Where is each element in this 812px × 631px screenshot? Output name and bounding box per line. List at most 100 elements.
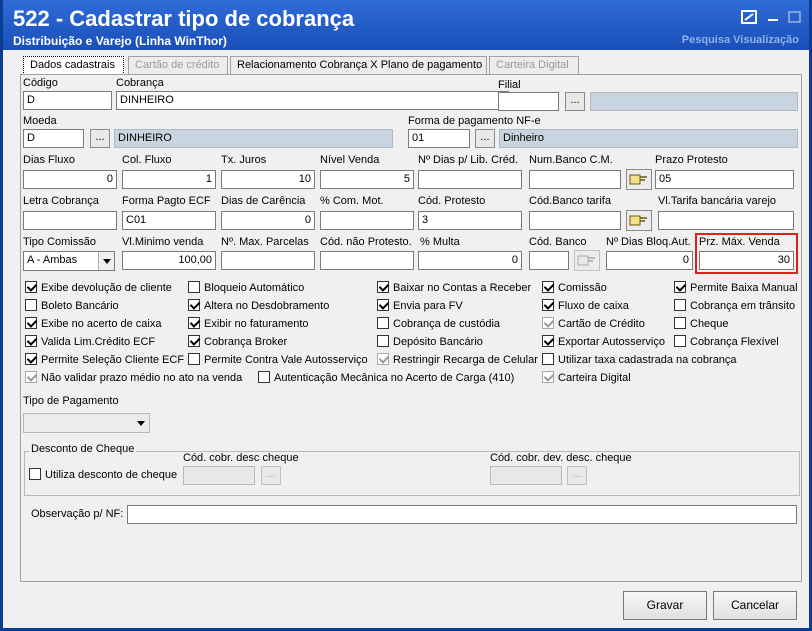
checkbox-box[interactable] (25, 317, 37, 329)
chk-carteira-digital[interactable]: Carteira Digital (542, 371, 631, 386)
chk-boleto-bancario[interactable]: Boleto Bancário (25, 299, 119, 314)
chk-valida-lim-credito[interactable]: Valida Lim.Crédito ECF (25, 335, 155, 350)
chk-restringir-recarga[interactable]: Restringir Recarga de Celular (377, 353, 538, 368)
checkbox-box[interactable] (674, 317, 686, 329)
minimize-icon[interactable] (765, 10, 781, 24)
chk-permite-selecao-cliente[interactable]: Permite Seleção Cliente ECF (25, 353, 184, 368)
codigo-input[interactable]: D (23, 91, 112, 110)
checkbox-box[interactable] (258, 371, 270, 383)
tab-cartao-credito[interactable]: Cartão de crédito (128, 56, 228, 74)
vl-tarifa-input[interactable] (658, 211, 794, 230)
forma-nfe-input[interactable]: 01 (408, 129, 470, 148)
checkbox-box[interactable] (188, 353, 200, 365)
chk-autenticacao-mecanica[interactable]: Autenticação Mecânica no Acerto de Carga… (258, 371, 514, 386)
dias-fluxo-input[interactable]: 0 (23, 170, 117, 189)
chk-altera-desdobramento[interactable]: Altera no Desdobramento (188, 299, 329, 314)
prazo-protesto-input[interactable]: 05 (655, 170, 794, 189)
forma-nfe-search-button[interactable]: ... (475, 129, 495, 148)
checkbox-box[interactable] (188, 335, 200, 347)
restore-icon[interactable] (741, 10, 757, 24)
chk-utilizar-taxa[interactable]: Utilizar taxa cadastrada na cobrança (542, 353, 737, 368)
observacao-input[interactable] (127, 505, 797, 524)
tx-juros-input[interactable]: 10 (221, 170, 315, 189)
chk-baixar-contas-receber[interactable]: Baixar no Contas a Receber (377, 281, 531, 296)
checkbox-box[interactable] (542, 281, 554, 293)
chk-exibir-faturamento[interactable]: Exibir no faturamento (188, 317, 309, 332)
checkbox-box[interactable] (25, 299, 37, 311)
chk-exportar-autosservico[interactable]: Exportar Autosserviço (542, 335, 665, 350)
cod-nao-protesto-input[interactable] (320, 251, 414, 270)
chk-nao-validar-prazo[interactable]: Não validar prazo médio no ato na venda (25, 371, 242, 386)
cod-cobr-dev-input[interactable] (490, 466, 562, 485)
chk-utiliza-desconto-cheque[interactable]: Utiliza desconto de cheque (29, 468, 177, 483)
checkbox-box[interactable] (542, 317, 554, 329)
moeda-input[interactable]: D (23, 129, 84, 148)
num-banco-lookup-button[interactable] (626, 169, 652, 190)
checkbox-box[interactable] (188, 299, 200, 311)
tipo-pagamento-select[interactable] (23, 413, 150, 433)
checkbox-box[interactable] (542, 353, 554, 365)
checkbox-box[interactable] (377, 281, 389, 293)
cod-banco-input[interactable] (529, 251, 569, 270)
chk-permite-contra-vale[interactable]: Permite Contra Vale Autosserviço (188, 353, 368, 368)
moeda-search-button[interactable]: ... (90, 129, 110, 148)
chk-permite-baixa-manual[interactable]: Permite Baixa Manual (674, 281, 798, 296)
tab-relacionamento[interactable]: Relacionamento Cobrança X Plano de pagam… (230, 56, 487, 74)
chk-exibe-devolucao[interactable]: Exibe devolução de cliente (25, 281, 172, 296)
chk-fluxo-caixa[interactable]: Fluxo de caixa (542, 299, 629, 314)
checkbox-box[interactable] (25, 281, 37, 293)
checkbox-box[interactable] (542, 299, 554, 311)
cod-banco-tarifa-input[interactable] (529, 211, 621, 230)
checkbox-box[interactable] (29, 468, 41, 480)
checkbox-box[interactable] (188, 317, 200, 329)
vl-minimo-venda-input[interactable]: 100,00 (122, 251, 216, 270)
com-mot-input[interactable] (320, 211, 414, 230)
chk-comissao[interactable]: Comissão (542, 281, 607, 296)
filial-input[interactable] (498, 92, 559, 111)
cod-protesto-input[interactable]: 3 (418, 211, 522, 230)
chk-exibe-acerto-caixa[interactable]: Exibe no acerto de caixa (25, 317, 161, 332)
tab-carteira-digital[interactable]: Carteira Digital (489, 56, 579, 74)
multa-input[interactable]: 0 (418, 251, 522, 270)
dias-lib-cred-input[interactable] (418, 170, 522, 189)
checkbox-box[interactable] (25, 335, 37, 347)
cancelar-button[interactable]: Cancelar (713, 591, 797, 620)
banco-tarifa-lookup-button[interactable] (626, 210, 652, 231)
chk-cobranca-broker[interactable]: Cobrança Broker (188, 335, 287, 350)
checkbox-box[interactable] (188, 281, 200, 293)
checkbox-box[interactable] (377, 335, 389, 347)
maximize-icon[interactable] (787, 10, 803, 24)
filial-search-button[interactable]: ... (565, 92, 585, 111)
checkbox-box[interactable] (25, 371, 37, 383)
forma-pagto-ecf-input[interactable]: C01 (122, 211, 216, 230)
chk-cobranca-flexivel[interactable]: Cobrança Flexível (674, 335, 779, 350)
cod-banco-lookup-button[interactable] (574, 250, 600, 271)
checkbox-box[interactable] (25, 353, 37, 365)
cod-cobr-dev-search-button[interactable]: ... (567, 466, 587, 485)
checkbox-box[interactable] (377, 317, 389, 329)
dias-carencia-input[interactable]: 0 (221, 211, 315, 230)
gravar-button[interactable]: Gravar (623, 591, 707, 620)
chk-cartao-credito[interactable]: Cartão de Crédito (542, 317, 645, 332)
max-parcelas-input[interactable] (221, 251, 315, 270)
tab-dados-cadastrais[interactable]: Dados cadastrais (23, 56, 124, 75)
chk-envia-fv[interactable]: Envia para FV (377, 299, 463, 314)
checkbox-box[interactable] (542, 371, 554, 383)
cod-cobr-desc-input[interactable] (183, 466, 255, 485)
checkbox-box[interactable] (542, 335, 554, 347)
chk-bloqueio-automatico[interactable]: Bloqueio Automático (188, 281, 304, 296)
chk-cobranca-transito[interactable]: Cobrança em trânsito (674, 299, 795, 314)
checkbox-box[interactable] (674, 281, 686, 293)
chk-cheque[interactable]: Cheque (674, 317, 729, 332)
dias-bloq-aut-input[interactable]: 0 (606, 251, 693, 270)
letra-cobranca-input[interactable] (23, 211, 117, 230)
col-fluxo-input[interactable]: 1 (122, 170, 216, 189)
tipo-comissao-select[interactable]: A - Ambas (23, 251, 115, 271)
checkbox-box[interactable] (377, 353, 389, 365)
checkbox-box[interactable] (674, 335, 686, 347)
checkbox-box[interactable] (674, 299, 686, 311)
chk-cobranca-custodia[interactable]: Cobrança de custódia (377, 317, 500, 332)
nivel-venda-input[interactable]: 5 (320, 170, 414, 189)
chk-deposito-bancario[interactable]: Depósito Bancário (377, 335, 483, 350)
checkbox-box[interactable] (377, 299, 389, 311)
